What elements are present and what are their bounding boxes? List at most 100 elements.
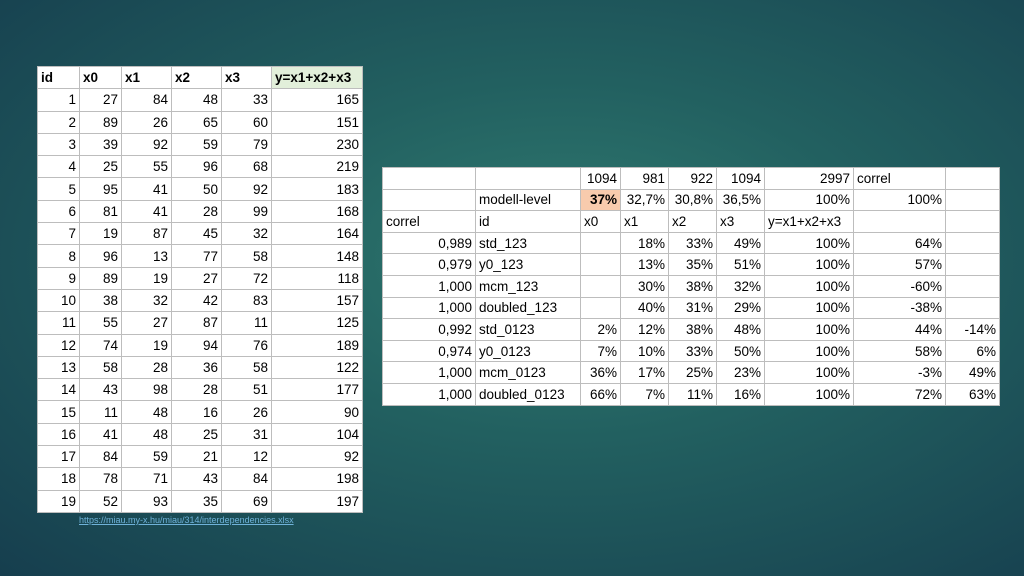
table-cell: y0_123: [475, 253, 581, 276]
table-row: 1,000 mcm_123 30% 38% 32% 100% -60%: [382, 274, 1000, 298]
table-cell: 21: [171, 445, 222, 469]
table-cell: 1,000: [382, 296, 476, 320]
table-cell: 41: [121, 199, 172, 224]
table-row: 0,974 y0_0123 7% 10% 33% 50% 100% 58% 6%: [382, 339, 1000, 363]
table-cell: 35%: [668, 253, 717, 276]
table-cell: 38: [79, 288, 122, 313]
table-cell: 50%: [716, 339, 765, 363]
table-cell: 2: [37, 110, 80, 134]
table-row: 1,000 doubled_123 40% 31% 29% 100% -38%: [382, 296, 1000, 320]
table-row: 19 52 93 35 69 197: [37, 489, 363, 513]
table-cell: 0,974: [382, 339, 476, 363]
table-cell: 79: [221, 132, 272, 157]
table-cell: [945, 210, 1000, 233]
table-cell: 0,979: [382, 253, 476, 276]
table-cell: 11: [221, 311, 272, 335]
table-row: 0,979 y0_123 13% 35% 51% 100% 57%: [382, 253, 1000, 276]
table-cell: 19: [37, 489, 80, 513]
table-cell: [475, 167, 581, 190]
table-cell: 14: [37, 378, 80, 402]
table-cell: 219: [271, 155, 363, 179]
table-cell: 51: [221, 378, 272, 402]
table-row: modell-level 37% 32,7% 30,8% 36,5% 100% 100%: [382, 188, 1000, 212]
table-cell: 69: [221, 489, 272, 513]
table-cell: 49%: [716, 231, 765, 255]
table-cell: 96: [79, 244, 122, 268]
table-cell: y=x1+x2+x3: [764, 210, 854, 233]
table-cell: 177: [271, 378, 363, 402]
table-cell: 96: [171, 155, 222, 179]
table-cell: 78: [79, 467, 122, 491]
table-row: 4 25 55 96 68 219: [37, 155, 363, 179]
column-header: id: [37, 65, 80, 90]
table-cell: 16: [37, 422, 80, 447]
table-cell: 98: [121, 378, 172, 402]
column-header: x3: [221, 65, 272, 90]
table-cell: 92: [221, 177, 272, 201]
table-cell: 28: [171, 378, 222, 402]
table-cell: 164: [271, 222, 363, 246]
table-cell: 38%: [668, 274, 717, 298]
table-cell: 7%: [580, 339, 621, 363]
table-cell: 76: [221, 333, 272, 357]
column-header: x0: [79, 65, 122, 90]
column-header: x1: [121, 65, 172, 90]
table-cell: 25%: [668, 361, 717, 384]
table-row: 16 41 48 25 31 104: [37, 422, 363, 447]
table-cell: 99: [221, 199, 272, 224]
table-cell: x2: [668, 210, 717, 233]
table-cell: 27: [171, 266, 222, 290]
table-cell: 43: [171, 467, 222, 491]
table-cell: 41: [79, 422, 122, 447]
table-cell: 100%: [764, 253, 854, 276]
table-cell: 197: [271, 489, 363, 513]
table-cell: 151: [271, 110, 363, 134]
table-cell: -38%: [853, 296, 946, 320]
table-cell: [580, 253, 621, 276]
table-cell: 12%: [620, 318, 669, 341]
table-cell: 58: [221, 355, 272, 380]
table-cell: 31: [221, 422, 272, 447]
table-row: 1094 981 922 1094 2997 correl: [382, 167, 1000, 190]
table-cell: 7%: [620, 382, 669, 406]
table-cell: 63%: [945, 382, 1000, 406]
table-row: 9 89 19 27 72 118: [37, 266, 363, 290]
table-cell: 90: [271, 400, 363, 424]
table-cell: mcm_123: [475, 274, 581, 298]
data-table: id x0 x1 x2 x3 y=x1+x2+x3 1 27 84 48 33 165 2 89 26 65 6…: [37, 65, 363, 513]
table-cell: 32: [221, 222, 272, 246]
table-cell: 16: [171, 400, 222, 424]
table-cell: 1: [37, 88, 80, 112]
table-cell: 922: [668, 167, 717, 190]
table-cell: 57%: [853, 253, 946, 276]
table-cell: 168: [271, 199, 363, 224]
table-row: 1,000 doubled_0123 66% 7% 11% 16% 100% 72% 63%: [382, 382, 1000, 406]
table-cell: [945, 274, 1000, 298]
table-cell: 25: [171, 422, 222, 447]
table-cell: 11: [79, 400, 122, 424]
table-cell: 1,000: [382, 382, 476, 406]
table-row: 14 43 98 28 51 177: [37, 378, 363, 402]
table-cell: 10%: [620, 339, 669, 363]
table-cell: 92: [271, 445, 363, 469]
table-cell: 58%: [853, 339, 946, 363]
table-cell: doubled_123: [475, 296, 581, 320]
table-cell: 33%: [668, 339, 717, 363]
table-cell: 7: [37, 222, 80, 246]
table-cell: 19: [79, 222, 122, 246]
table-header-row: id x0 x1 x2 x3 y=x1+x2+x3: [37, 65, 363, 90]
table-cell: 0,992: [382, 318, 476, 341]
table-cell: 37%: [580, 188, 621, 212]
table-cell: -3%: [853, 361, 946, 384]
table-cell: 157: [271, 288, 363, 313]
table-cell: 118: [271, 266, 363, 290]
table-cell: 71: [121, 467, 172, 491]
source-link[interactable]: https://miau.my-x.hu/miau/314/interdepen…: [79, 515, 294, 525]
table-cell: 100%: [764, 296, 854, 320]
table-cell: 5: [37, 177, 80, 201]
table-cell: -14%: [945, 318, 1000, 341]
table-cell: 84: [121, 88, 172, 112]
table-cell: 198: [271, 467, 363, 491]
table-cell: 18%: [620, 231, 669, 255]
table-cell: 12: [37, 333, 80, 357]
